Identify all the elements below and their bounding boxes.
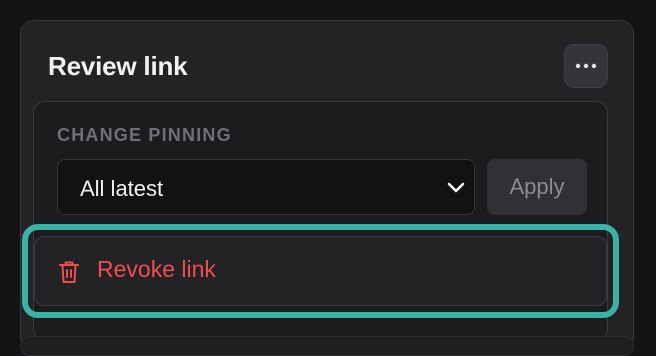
card-title: Review link xyxy=(48,51,188,81)
chevron-down-icon xyxy=(447,182,465,193)
next-card-edge xyxy=(20,336,634,356)
change-pinning-label: CHANGE PINNING xyxy=(57,125,232,145)
trash-icon xyxy=(59,261,79,283)
revoke-link-label: Revoke link xyxy=(97,256,216,282)
apply-button[interactable]: Apply xyxy=(487,159,587,215)
revoke-link-button[interactable]: Revoke link xyxy=(34,236,607,306)
ellipsis-icon xyxy=(575,63,597,69)
pinning-select-value: All latest xyxy=(80,176,164,201)
more-options-button[interactable] xyxy=(564,44,608,88)
pinning-select[interactable]: All latest xyxy=(57,159,475,215)
